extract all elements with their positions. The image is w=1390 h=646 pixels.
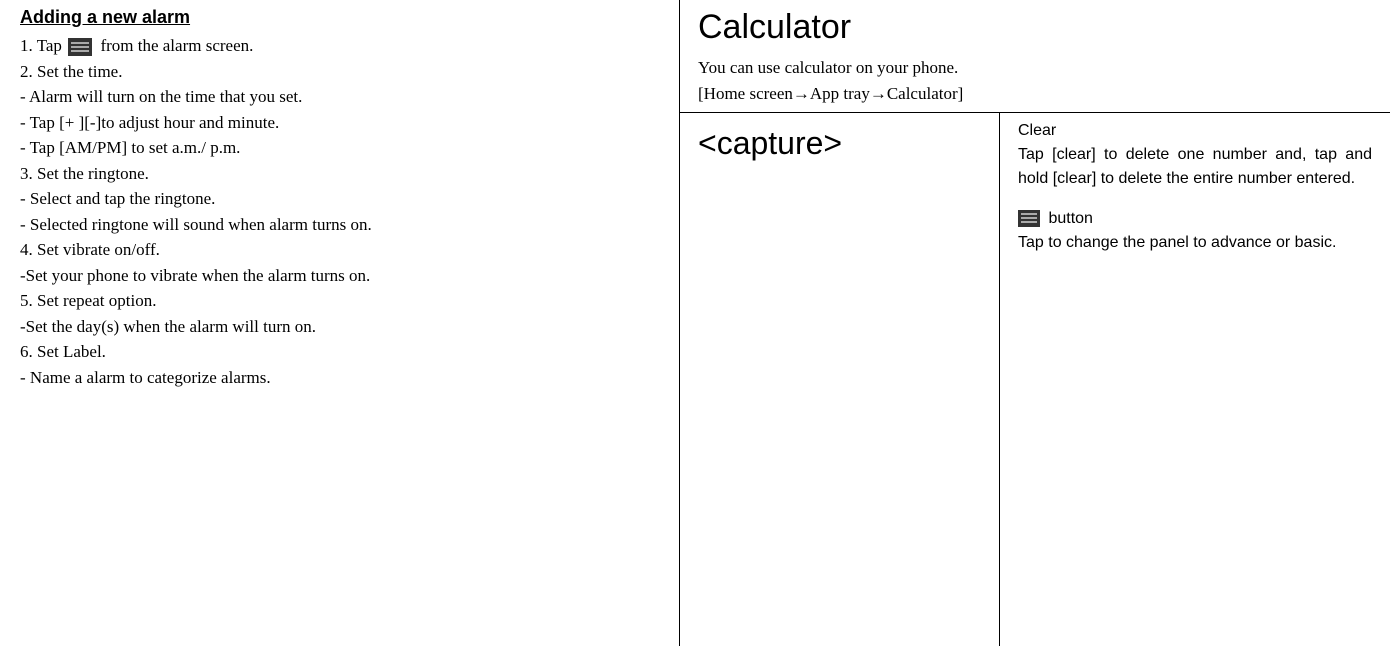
step-2-sub3: - Tap [AM/PM] to set a.m./ p.m. — [20, 135, 659, 161]
step-2: 2. Set the time. — [20, 59, 659, 85]
step-6-sub1: - Name a alarm to categorize alarms. — [20, 365, 659, 391]
section-heading-adding-alarm: Adding a new alarm — [20, 4, 659, 31]
panel-button-body: Tap to change the panel to advance or ba… — [1018, 231, 1372, 255]
step-1: 1. Tap from the alarm screen. — [20, 33, 659, 59]
step-4-sub1: -Set your phone to vibrate when the alar… — [20, 263, 659, 289]
spacer — [1018, 191, 1372, 207]
right-body: <capture> Clear Tap [clear] to delete on… — [680, 113, 1390, 646]
capture-placeholder: <capture> — [698, 119, 981, 167]
panel-button-line: button — [1018, 207, 1372, 231]
step-5-sub1: -Set the day(s) when the alarm will turn… — [20, 314, 659, 340]
clear-body: Tap [clear] to delete one number and, ta… — [1018, 143, 1372, 191]
step-3-sub2: - Selected ringtone will sound when alar… — [20, 212, 659, 238]
right-header: Calculator You can use calculator on you… — [680, 0, 1390, 113]
step-4: 4. Set vibrate on/off. — [20, 237, 659, 263]
step-6: 6. Set Label. — [20, 339, 659, 365]
menu-icon — [68, 38, 92, 56]
clear-column: Clear Tap [clear] to delete one number a… — [1000, 113, 1390, 646]
clear-heading: Clear — [1018, 119, 1372, 143]
step-2-sub1: - Alarm will turn on the time that you s… — [20, 84, 659, 110]
calculator-title: Calculator — [698, 2, 1372, 53]
step-1-text-b: from the alarm screen. — [96, 36, 253, 55]
calculator-subtitle: You can use calculator on your phone. — [698, 55, 1372, 81]
step-2-sub2: - Tap [+ ][-]to adjust hour and minute. — [20, 110, 659, 136]
step-5: 5. Set repeat option. — [20, 288, 659, 314]
step-1-text-a: 1. Tap — [20, 36, 66, 55]
step-3-sub1: - Select and tap the ringtone. — [20, 186, 659, 212]
panel-button-label: button — [1044, 210, 1093, 227]
step-3: 3. Set the ringtone. — [20, 161, 659, 187]
left-column: Adding a new alarm 1. Tap from the alarm… — [0, 0, 680, 646]
right-column: Calculator You can use calculator on you… — [680, 0, 1390, 646]
capture-column: <capture> — [680, 113, 1000, 646]
navigation-path: [Home screen→App tray→Calculator] — [698, 81, 1372, 107]
menu-icon — [1018, 210, 1040, 227]
